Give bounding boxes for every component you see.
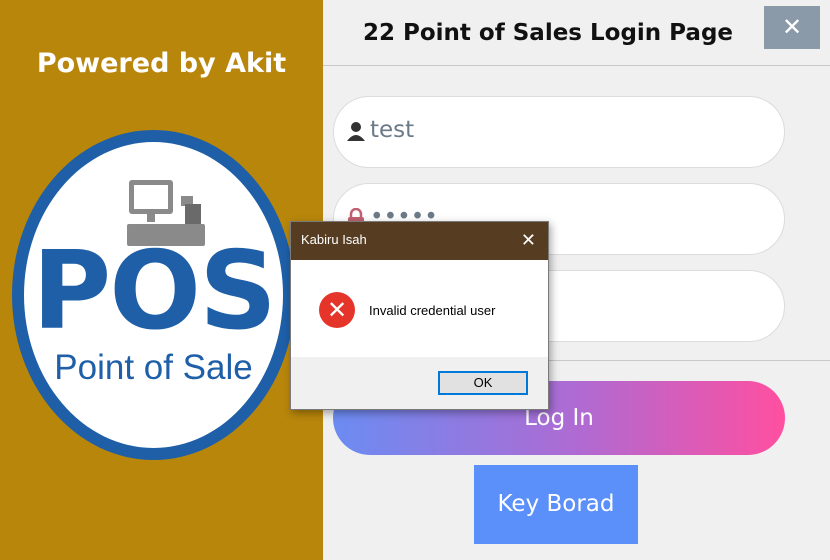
ok-button[interactable]: OK: [438, 371, 528, 395]
dialog-close-icon[interactable]: ✕: [521, 230, 536, 251]
branding-panel: Powered by Akit POS Point of Sale: [0, 0, 323, 560]
powered-by-label: Powered by Akit: [36, 48, 287, 79]
close-icon: ✕: [781, 13, 803, 41]
logo-pos-text: POS: [32, 229, 277, 354]
close-button[interactable]: ✕: [764, 6, 820, 49]
keyboard-button[interactable]: Key Borad: [474, 465, 638, 544]
dialog-message: Invalid credential user: [369, 303, 496, 318]
username-value: test: [370, 117, 415, 143]
dialog-footer: OK: [291, 357, 548, 409]
error-icon: ✕: [319, 292, 355, 328]
user-icon: [346, 121, 366, 147]
dialog-title: Kabiru Isah: [301, 232, 367, 247]
window-title: 22 Point of Sales Login Page: [362, 20, 734, 46]
pos-logo: POS Point of Sale: [12, 130, 295, 460]
divider: [323, 65, 830, 66]
error-dialog: Kabiru Isah ✕ ✕ Invalid credential user …: [290, 221, 549, 410]
dialog-body: ✕ Invalid credential user: [291, 260, 548, 357]
username-field[interactable]: test: [333, 96, 785, 168]
dialog-titlebar: Kabiru Isah ✕: [291, 222, 548, 260]
logo-subtitle: Point of Sale: [54, 348, 253, 387]
